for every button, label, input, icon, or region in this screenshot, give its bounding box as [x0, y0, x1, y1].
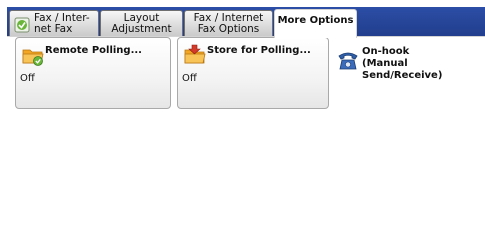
on-hook-button[interactable]: On-hook (Manual Send/Receive) [333, 44, 483, 81]
tab-label: Layout Adjustment [111, 12, 172, 35]
store-for-polling-label: Store for Polling... [207, 45, 311, 56]
tab-label: More Options [277, 15, 354, 26]
on-hook-label: On-hook (Manual Send/Receive) [362, 46, 443, 81]
fax-service-icon [14, 17, 30, 33]
store-for-polling-value: Off [182, 73, 197, 84]
remote-polling-folder-icon [22, 49, 44, 66]
tab-label: Fax / Internet Fax Options [193, 12, 264, 35]
store-polling-folder-icon [184, 44, 206, 64]
telephone-icon [338, 52, 358, 70]
tab-fax-internet-fax-options[interactable]: Fax / Internet Fax Options [184, 10, 273, 37]
tab-more-options[interactable]: More Options [274, 9, 357, 38]
remote-polling-label: Remote Polling... [45, 45, 142, 56]
tab-layout-adjustment[interactable]: Layout Adjustment [100, 10, 183, 37]
store-for-polling-button[interactable]: Store for Polling... Off [177, 37, 329, 109]
remote-polling-value: Off [20, 73, 35, 84]
remote-polling-button[interactable]: Remote Polling... Off [15, 37, 171, 109]
tab-fax-internet-fax[interactable]: Fax / Inter- net Fax [9, 10, 99, 37]
tab-label: Fax / Inter- net Fax [34, 12, 90, 35]
tab-bar: Fax / Inter- net Fax Layout Adjustment F… [7, 7, 485, 38]
